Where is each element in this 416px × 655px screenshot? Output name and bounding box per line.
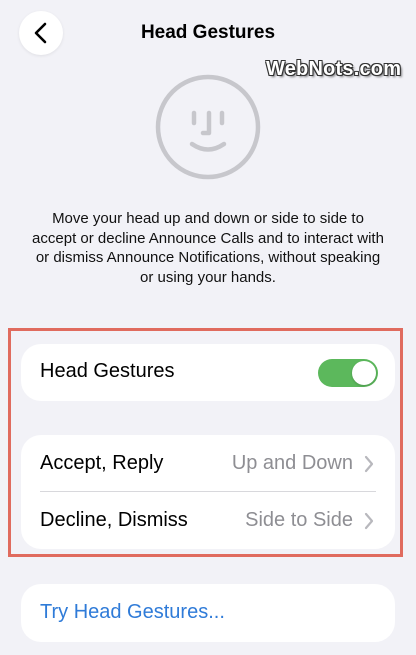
page-title: Head Gestures (140, 22, 276, 43)
option-label: Accept, Reply (40, 452, 164, 474)
head-gestures-label: Head Gestures (40, 360, 175, 382)
watermark: WebNots.com (266, 58, 402, 80)
try-head-gestures-card: Try Head Gestures... (21, 584, 395, 642)
toggle-knob (352, 361, 376, 385)
description-text: Move your head up and down or side to si… (32, 210, 384, 286)
try-head-gestures-link[interactable]: Try Head Gestures... (40, 601, 225, 624)
option-label: Decline, Dismiss (40, 509, 188, 531)
chevron-right-icon (364, 512, 374, 530)
option-value: Up and Down (231, 452, 353, 474)
head-gestures-toggle[interactable] (318, 359, 378, 387)
option-value: Side to Side (245, 509, 353, 531)
option-row-accept[interactable]: Accept, Reply Up and Down (21, 435, 395, 492)
gesture-options-list: Accept, Reply Up and Down Decline, Dismi… (21, 435, 395, 549)
head-gestures-toggle-row: Head Gestures (21, 344, 395, 401)
chevron-right-icon (364, 455, 374, 473)
face-icon (155, 74, 261, 180)
option-row-decline[interactable]: Decline, Dismiss Side to Side (21, 492, 395, 549)
